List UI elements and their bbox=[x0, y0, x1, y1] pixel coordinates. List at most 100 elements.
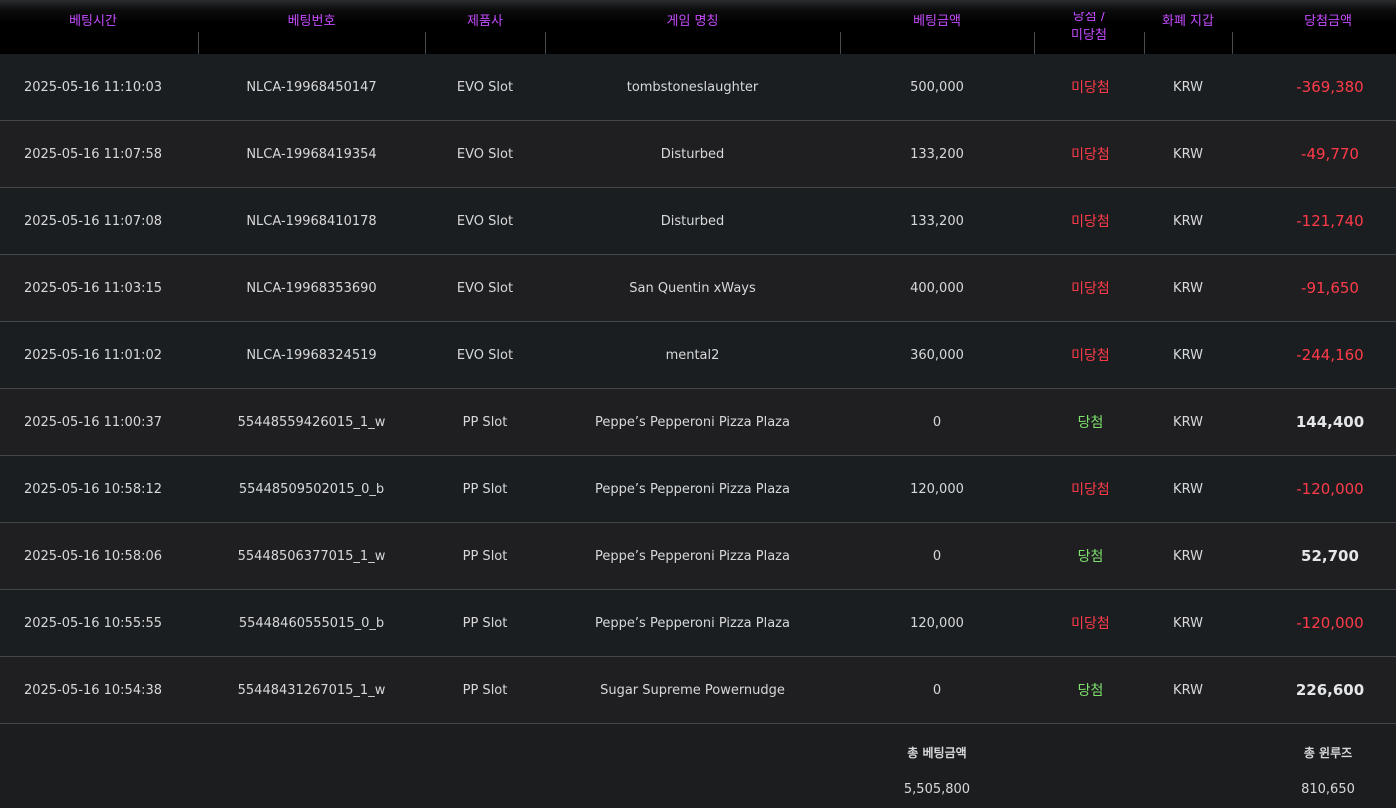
cell-win-amount: 52,700 bbox=[1301, 547, 1359, 565]
table-row: 2025-05-16 10:58:06 55448506377015_1_w PP … bbox=[0, 523, 1396, 590]
cell-currency: KRW bbox=[1173, 79, 1203, 95]
header-win-lose: 당첨 / 미당첨 bbox=[1071, 12, 1107, 43]
total-winloss-label: 총 윈루즈 bbox=[1303, 746, 1353, 760]
cell-bet-time: 2025-05-16 10:58:12 bbox=[23, 481, 163, 497]
total-bet-label: 총 베팅금액 bbox=[907, 746, 967, 760]
cell-provider: EVO Slot bbox=[456, 280, 514, 296]
cell-win-amount: -91,650 bbox=[1301, 279, 1359, 297]
table-row: 2025-05-16 10:55:55 55448460555015_0_b PP … bbox=[0, 590, 1396, 657]
table-row: 2025-05-16 10:58:12 55448509502015_0_b PP … bbox=[0, 456, 1396, 523]
cell-bet-id: NLCA-19968450147 bbox=[246, 79, 377, 95]
cell-bet-time: 2025-05-16 11:07:58 bbox=[23, 146, 163, 162]
header-provider: 제품사 bbox=[467, 14, 503, 29]
cell-result-status: 미당첨 bbox=[1071, 616, 1110, 632]
cell-currency: KRW bbox=[1173, 213, 1203, 229]
bet-history-page: 베팅시간 베팅번호 제품사 게임 명칭 베팅금액 당첨 / 미당첨 화폐 지갑 … bbox=[0, 0, 1396, 808]
summary-footer: 총 베팅금액 5,505,800 총 윈루즈 810,650 bbox=[0, 724, 1396, 808]
cell-result-status: 당첨 bbox=[1077, 683, 1104, 699]
cell-bet-id: 55448431267015_1_w bbox=[237, 682, 386, 698]
cell-win-amount: 226,600 bbox=[1295, 681, 1365, 699]
cell-game-name: Peppe’s Pepperoni Pizza Plaza bbox=[595, 414, 790, 430]
table-row: 2025-05-16 11:03:15 NLCA-19968353690 EVO S… bbox=[0, 255, 1396, 322]
cell-win-amount: -369,380 bbox=[1296, 78, 1364, 96]
cell-provider: PP Slot bbox=[462, 481, 508, 497]
cell-bet-id: 55448509502015_0_b bbox=[238, 481, 385, 497]
cell-provider: EVO Slot bbox=[456, 79, 514, 95]
cell-bet-id: NLCA-19968324519 bbox=[246, 347, 377, 363]
cell-result-status: 미당첨 bbox=[1071, 147, 1110, 163]
cell-provider: EVO Slot bbox=[456, 146, 514, 162]
cell-currency: KRW bbox=[1173, 682, 1203, 698]
cell-currency: KRW bbox=[1173, 414, 1203, 430]
cell-game-name: mental2 bbox=[665, 347, 720, 363]
cell-bet-amount: 133,200 bbox=[910, 213, 964, 229]
cell-win-amount: -49,770 bbox=[1301, 145, 1359, 163]
cell-currency: KRW bbox=[1173, 615, 1203, 631]
cell-bet-time: 2025-05-16 11:01:02 bbox=[23, 347, 163, 363]
header-divider bbox=[1034, 32, 1035, 54]
cell-game-name: Peppe’s Pepperoni Pizza Plaza bbox=[595, 548, 790, 564]
cell-bet-time: 2025-05-16 10:54:38 bbox=[23, 682, 163, 698]
table-row: 2025-05-16 11:00:37 55448559426015_1_w PP … bbox=[0, 389, 1396, 456]
cell-bet-id: 55448559426015_1_w bbox=[237, 414, 386, 430]
cell-result-status: 당첨 bbox=[1077, 415, 1104, 431]
cell-game-name: Peppe’s Pepperoni Pizza Plaza bbox=[595, 481, 790, 497]
header-win-amount: 당첨금액 bbox=[1304, 14, 1352, 29]
cell-provider: EVO Slot bbox=[456, 347, 514, 363]
cell-win-amount: -120,000 bbox=[1296, 480, 1364, 498]
header-divider bbox=[840, 32, 841, 54]
cell-provider: PP Slot bbox=[462, 548, 508, 564]
total-winloss-value: 810,650 bbox=[1301, 782, 1355, 797]
cell-currency: KRW bbox=[1173, 481, 1203, 497]
cell-game-name: Disturbed bbox=[660, 213, 725, 229]
cell-game-name: San Quentin xWays bbox=[629, 280, 756, 296]
cell-currency: KRW bbox=[1173, 280, 1203, 296]
header-divider bbox=[545, 32, 546, 54]
cell-bet-time: 2025-05-16 11:03:15 bbox=[23, 280, 163, 296]
cell-provider: PP Slot bbox=[462, 682, 508, 698]
cell-result-status: 미당첨 bbox=[1071, 281, 1110, 297]
header-bet-amount: 베팅금액 bbox=[913, 14, 961, 29]
table-row: 2025-05-16 10:54:38 55448431267015_1_w PP … bbox=[0, 657, 1396, 724]
header-divider bbox=[1232, 32, 1233, 54]
cell-result-status: 당첨 bbox=[1077, 549, 1104, 565]
cell-currency: KRW bbox=[1173, 347, 1203, 363]
cell-result-status: 미당첨 bbox=[1071, 348, 1110, 364]
cell-bet-time: 2025-05-16 11:00:37 bbox=[23, 414, 163, 430]
cell-win-amount: -121,740 bbox=[1296, 212, 1364, 230]
cell-result-status: 미당첨 bbox=[1071, 214, 1110, 230]
cell-bet-id: NLCA-19968410178 bbox=[246, 213, 377, 229]
cell-bet-amount: 0 bbox=[932, 414, 942, 430]
cell-bet-amount: 360,000 bbox=[910, 347, 964, 363]
cell-bet-amount: 0 bbox=[932, 682, 942, 698]
cell-win-amount: -244,160 bbox=[1296, 346, 1364, 364]
table-row: 2025-05-16 11:01:02 NLCA-19968324519 EVO S… bbox=[0, 322, 1396, 389]
header-bet-time: 베팅시간 bbox=[69, 14, 117, 29]
cell-bet-amount: 133,200 bbox=[910, 146, 964, 162]
cell-game-name: Sugar Supreme Powernudge bbox=[600, 682, 785, 698]
header-divider bbox=[198, 32, 199, 54]
cell-bet-time: 2025-05-16 11:07:08 bbox=[23, 213, 163, 229]
cell-bet-amount: 120,000 bbox=[910, 615, 964, 631]
table-row: 2025-05-16 11:07:58 NLCA-19968419354 EVO S… bbox=[0, 121, 1396, 188]
cell-bet-amount: 500,000 bbox=[910, 79, 964, 95]
cell-game-name: Peppe’s Pepperoni Pizza Plaza bbox=[595, 615, 790, 631]
header-game-name: 게임 명칭 bbox=[666, 14, 719, 29]
table-row: 2025-05-16 11:07:08 NLCA-19968410178 EVO S… bbox=[0, 188, 1396, 255]
cell-provider: PP Slot bbox=[462, 414, 508, 430]
cell-bet-id: NLCA-19968353690 bbox=[246, 280, 377, 296]
cell-bet-time: 2025-05-16 10:58:06 bbox=[23, 548, 163, 564]
cell-result-status: 미당첨 bbox=[1071, 80, 1110, 96]
cell-bet-amount: 400,000 bbox=[910, 280, 964, 296]
cell-bet-id: 55448506377015_1_w bbox=[237, 548, 386, 564]
cell-win-amount: -120,000 bbox=[1296, 614, 1364, 632]
cell-bet-amount: 120,000 bbox=[910, 481, 964, 497]
cell-bet-time: 2025-05-16 10:55:55 bbox=[23, 615, 163, 631]
cell-currency: KRW bbox=[1173, 548, 1203, 564]
table-header: 베팅시간 베팅번호 제품사 게임 명칭 베팅금액 당첨 / 미당첨 화폐 지갑 … bbox=[0, 0, 1396, 55]
cell-bet-id: 55448460555015_0_b bbox=[238, 615, 385, 631]
cell-provider: EVO Slot bbox=[456, 213, 514, 229]
total-bet-value: 5,505,800 bbox=[903, 782, 971, 797]
cell-result-status: 미당첨 bbox=[1071, 482, 1110, 498]
cell-win-amount: 144,400 bbox=[1295, 413, 1365, 431]
